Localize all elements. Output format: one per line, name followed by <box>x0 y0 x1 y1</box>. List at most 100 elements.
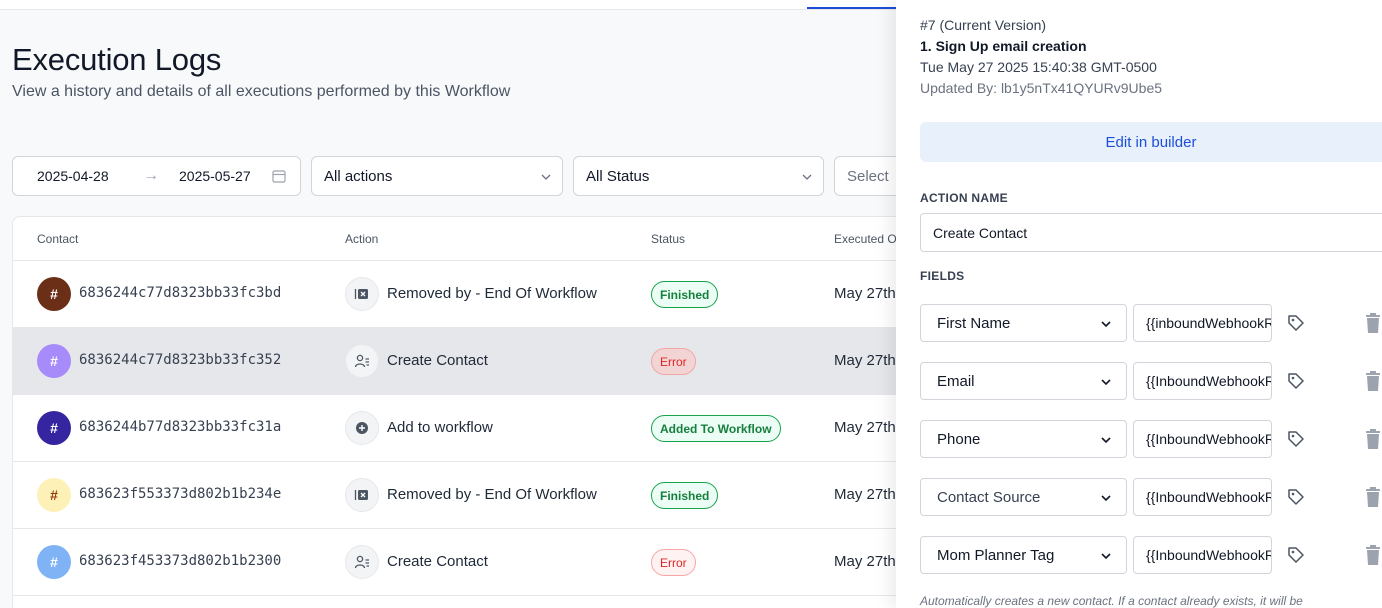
action-name-label: ACTION NAME <box>920 191 1008 205</box>
column-header-action: Action <box>345 232 379 246</box>
action-name-input[interactable]: Create Contact <box>920 213 1382 252</box>
page-title: Execution Logs <box>12 42 222 77</box>
field-name-select[interactable]: Email <box>920 362 1127 400</box>
date-range-picker[interactable]: 2025-04-28 → 2025-05-27 <box>12 156 301 196</box>
contact-avatar: # <box>37 545 71 579</box>
status-badge: Error <box>651 348 696 375</box>
field-name-select[interactable]: Phone <box>920 420 1127 458</box>
field-value-input[interactable]: {{inboundWebhookRequest <box>1133 304 1272 342</box>
active-tab-indicator <box>807 7 897 9</box>
status-badge: Added To Workflow <box>651 415 781 442</box>
remove-icon <box>345 478 379 512</box>
action-label: Removed by - End Of Workflow <box>387 285 597 302</box>
date-start[interactable]: 2025-04-28 <box>37 168 109 184</box>
user-icon <box>345 545 379 579</box>
contact-avatar: # <box>37 277 71 311</box>
version-label: #7 (Current Version) <box>920 17 1047 33</box>
table-header: Contact Action Status Executed O <box>13 217 911 261</box>
executed-on: May 27th <box>834 285 896 302</box>
action-label: Removed by - End Of Workflow <box>387 486 597 503</box>
action-details-panel: #7 (Current Version) 1. Sign Up email cr… <box>896 0 1382 608</box>
field-value-input[interactable]: {{InboundWebhookRequest <box>1133 420 1272 458</box>
tag-icon[interactable] <box>1286 313 1306 333</box>
timestamp: Tue May 27 2025 15:40:38 GMT-0500 <box>920 59 1157 75</box>
status-badge: Finished <box>651 482 719 509</box>
contact-id-link[interactable]: 6836244b77d8323bb33fc31a <box>79 419 281 435</box>
arrow-right-icon: → <box>143 167 159 184</box>
column-header-contact: Contact <box>37 232 79 246</box>
chevron-down-icon <box>1101 321 1111 328</box>
status-badge: Finished <box>651 281 719 308</box>
status-badge: Error <box>651 549 696 576</box>
chevron-down-icon <box>1101 437 1111 444</box>
field-mapping-row: Mom Planner Tag {{InboundWebhookRequest <box>920 536 1382 574</box>
execution-logs-table: Contact Action Status Executed O #683624… <box>12 216 912 608</box>
table-row[interactable]: #6836244c77d8323bb33fc352 Create Contact E… <box>13 328 911 395</box>
edit-in-builder-button[interactable]: Edit in builder <box>920 122 1382 162</box>
executed-on: May 27th <box>834 553 896 570</box>
field-mapping-row: Email {{InboundWebhookRequest <box>920 362 1382 400</box>
field-name: Mom Planner Tag <box>937 546 1055 564</box>
table-row[interactable]: #683623f553373d802b1b234e Removed by - En… <box>13 462 911 529</box>
updated-by: Updated By: lb1y5nTx41QYURv9Ube5 <box>920 80 1163 96</box>
trash-icon[interactable] <box>1364 370 1382 392</box>
field-value-input[interactable]: {{InboundWebhookRequest <box>1133 478 1272 516</box>
column-header-executed[interactable]: Executed O <box>834 232 897 246</box>
action-label: Create Contact <box>387 553 488 570</box>
field-name: Email <box>937 372 975 390</box>
field-name-select[interactable]: First Name <box>920 304 1127 342</box>
status-filter-select[interactable]: All Status <box>573 156 824 196</box>
remove-icon <box>345 277 379 311</box>
tag-icon[interactable] <box>1286 371 1306 391</box>
trash-icon[interactable] <box>1364 312 1382 334</box>
action-description: Automatically creates a new contact. If … <box>920 594 1303 608</box>
action-label: Add to workflow <box>387 419 493 436</box>
tag-icon[interactable] <box>1286 487 1306 507</box>
status-filter-value: All Status <box>586 167 650 185</box>
chevron-down-icon <box>1101 495 1111 502</box>
field-name-select[interactable]: Mom Planner Tag <box>920 536 1127 574</box>
action-label: Create Contact <box>387 352 488 369</box>
fields-label: FIELDS <box>920 269 965 283</box>
contact-avatar: # <box>37 344 71 378</box>
table-row[interactable]: #6836244c77d8323bb33fc3bd Removed by - En… <box>13 261 911 328</box>
chevron-down-icon <box>541 174 551 180</box>
add-circle-icon <box>345 411 379 445</box>
contact-id-link[interactable]: 683623f553373d802b1b234e <box>79 486 281 502</box>
calendar-icon <box>272 170 286 183</box>
table-row[interactable]: #683623f453373d802b1b2300 Create Contact E… <box>13 529 911 596</box>
field-name: Phone <box>937 430 981 448</box>
extra-filter-placeholder: Select <box>847 167 889 185</box>
tag-icon[interactable] <box>1286 545 1306 565</box>
actions-filter-select[interactable]: All actions <box>311 156 563 196</box>
actions-filter-value: All actions <box>324 167 393 185</box>
field-mapping-row: First Name {{inboundWebhookRequest <box>920 304 1382 342</box>
contact-id-link[interactable]: 6836244c77d8323bb33fc352 <box>79 352 281 368</box>
chevron-down-icon <box>1101 379 1111 386</box>
contact-id-link[interactable]: 683623f453373d802b1b2300 <box>79 553 281 569</box>
page-subtitle: View a history and details of all execut… <box>12 83 511 100</box>
field-name: Contact Source <box>937 488 1041 506</box>
contact-id-link[interactable]: 6836244c77d8323bb33fc3bd <box>79 285 281 301</box>
trash-icon[interactable] <box>1364 428 1382 450</box>
chevron-down-icon <box>1101 553 1111 560</box>
column-header-status: Status <box>651 232 686 246</box>
step-name: 1. Sign Up email creation <box>920 38 1087 54</box>
field-mapping-row: Contact Source {{InboundWebhookRequest <box>920 478 1382 516</box>
field-value-input[interactable]: {{InboundWebhookRequest <box>1133 362 1272 400</box>
field-value-input[interactable]: {{InboundWebhookRequest <box>1133 536 1272 574</box>
tag-icon[interactable] <box>1286 429 1306 449</box>
executed-on: May 27th <box>834 352 896 369</box>
executed-on: May 27th <box>834 486 896 503</box>
trash-icon[interactable] <box>1364 544 1382 566</box>
chevron-down-icon <box>802 174 812 180</box>
trash-icon[interactable] <box>1364 486 1382 508</box>
field-name: First Name <box>937 314 1011 332</box>
executed-on: May 27th <box>834 419 896 436</box>
contact-avatar: # <box>37 411 71 445</box>
field-name-select[interactable]: Contact Source <box>920 478 1127 516</box>
table-row[interactable]: #6836244b77d8323bb33fc31a Add to workflow… <box>13 395 911 462</box>
date-end[interactable]: 2025-05-27 <box>179 168 251 184</box>
field-mapping-row: Phone {{InboundWebhookRequest <box>920 420 1382 458</box>
user-icon <box>345 344 379 378</box>
